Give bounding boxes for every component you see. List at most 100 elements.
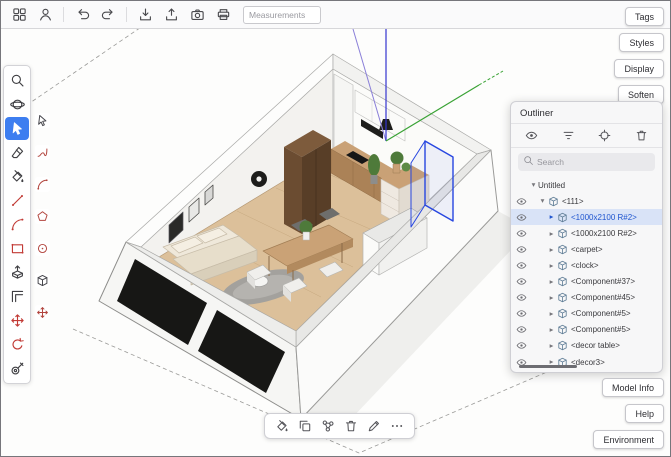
- outliner-row[interactable]: ▸<decor table>: [511, 338, 662, 354]
- move-flyout-button[interactable]: [35, 305, 50, 320]
- chevron-right-icon[interactable]: ▸: [547, 310, 556, 318]
- cube-icon: [557, 276, 568, 287]
- arc-flyout-button[interactable]: [35, 177, 50, 192]
- camera-icon: [190, 7, 205, 22]
- outliner-row[interactable]: ▸<Component#5>: [511, 322, 662, 338]
- redo-button[interactable]: [96, 4, 120, 26]
- offset-tool-button[interactable]: [5, 285, 29, 308]
- cube-icon: [557, 292, 568, 303]
- pencil-button[interactable]: [367, 419, 381, 433]
- top-toolbar-icons: [7, 4, 235, 26]
- outliner-row[interactable]: ▾Untitled: [511, 177, 662, 193]
- outliner-row[interactable]: ▸<Component#45>: [511, 290, 662, 306]
- rotate-tool-button[interactable]: [5, 333, 29, 356]
- circle-flyout-button[interactable]: [35, 241, 50, 256]
- component-icon: [557, 276, 568, 287]
- visibility-eye-icon[interactable]: [516, 228, 529, 239]
- filter-button[interactable]: [562, 129, 575, 142]
- visibility-eye-icon[interactable]: [516, 276, 529, 287]
- zoom-tool-button[interactable]: [5, 69, 29, 92]
- visibility-eye-icon[interactable]: [516, 244, 529, 255]
- outliner-row[interactable]: ▸<carpet>: [511, 241, 662, 257]
- chevron-right-icon[interactable]: ▸: [547, 213, 556, 221]
- copy-button[interactable]: [298, 419, 312, 433]
- component-icon: [548, 196, 559, 207]
- help-button[interactable]: Help: [625, 404, 664, 423]
- visibility-eye-icon[interactable]: [516, 324, 529, 335]
- polygon-flyout-button[interactable]: [35, 209, 50, 224]
- move-tool-button[interactable]: [5, 309, 29, 332]
- outliner-search-input[interactable]: [537, 157, 650, 167]
- lasso-flyout-button[interactable]: [35, 113, 50, 128]
- visibility-eye-icon[interactable]: [516, 292, 529, 303]
- tags-button[interactable]: Tags: [625, 7, 664, 26]
- outliner-row[interactable]: ▸<Component#37>: [511, 274, 662, 290]
- trash-button[interactable]: [344, 419, 358, 433]
- rotate-icon: [10, 337, 25, 352]
- display-button[interactable]: Display: [614, 59, 664, 78]
- visibility-eye-icon[interactable]: [516, 196, 529, 207]
- account-icon: [38, 7, 53, 22]
- environment-button[interactable]: Environment: [593, 430, 664, 449]
- measurements-input[interactable]: [243, 6, 321, 24]
- rectangle-tool-button[interactable]: [5, 237, 29, 260]
- molecule-button[interactable]: [321, 419, 335, 433]
- visibility-eye-icon[interactable]: [516, 340, 529, 351]
- eraser-tool-button[interactable]: [5, 141, 29, 164]
- outliner-toolbar: [511, 124, 662, 148]
- chevron-down-icon[interactable]: ▾: [538, 197, 547, 205]
- tool-flyout: [35, 113, 50, 320]
- chevron-right-icon[interactable]: ▸: [547, 246, 556, 254]
- outliner-row[interactable]: ▾<111>: [511, 193, 662, 209]
- visibility-eye-icon[interactable]: [516, 308, 529, 319]
- outliner-row[interactable]: ▸<Component#5>: [511, 306, 662, 322]
- chevron-right-icon[interactable]: ▸: [547, 262, 556, 270]
- freehand-flyout-button[interactable]: [35, 145, 50, 160]
- print-button[interactable]: [211, 4, 235, 26]
- target-button[interactable]: [598, 129, 611, 142]
- orbit-tool-button[interactable]: [5, 93, 29, 116]
- chevron-right-icon[interactable]: ▸: [547, 342, 556, 350]
- tape-measure-tool-button[interactable]: [5, 357, 29, 380]
- import-button[interactable]: [133, 4, 157, 26]
- eye-button[interactable]: [525, 129, 538, 142]
- visibility-eye-icon[interactable]: [516, 260, 529, 271]
- cube-icon: [557, 324, 568, 335]
- camera-button[interactable]: [185, 4, 209, 26]
- outliner-row[interactable]: ▸ <clock>: [511, 257, 662, 273]
- cube-flyout-button[interactable]: [35, 273, 50, 288]
- paint-button[interactable]: [275, 419, 289, 433]
- eye-icon: [516, 340, 527, 351]
- chevron-right-icon[interactable]: ▸: [547, 230, 556, 238]
- top-toolbar: [1, 1, 670, 29]
- outliner-item-label: <clock>: [571, 261, 599, 270]
- app-grid-button[interactable]: [7, 4, 31, 26]
- redo-icon: [101, 7, 116, 22]
- chevron-down-icon[interactable]: ▾: [529, 181, 538, 189]
- move-icon: [36, 306, 49, 319]
- outliner-horizontal-scrollbar[interactable]: [519, 365, 577, 369]
- undo-button[interactable]: [70, 4, 94, 26]
- chevron-right-icon[interactable]: ▸: [547, 278, 556, 286]
- chevron-right-icon[interactable]: ▸: [547, 294, 556, 302]
- visibility-eye-icon[interactable]: [516, 212, 529, 223]
- paint-tool-button[interactable]: [5, 165, 29, 188]
- arc-icon: [10, 217, 25, 232]
- line-icon: [10, 193, 25, 208]
- push-pull-tool-button[interactable]: [5, 261, 29, 284]
- cube-icon: [548, 196, 559, 207]
- pencil-icon: [367, 419, 381, 433]
- trash-button[interactable]: [635, 129, 648, 142]
- line-tool-button[interactable]: [5, 189, 29, 212]
- arc-tool-button[interactable]: [5, 213, 29, 236]
- select-tool-button[interactable]: [5, 117, 29, 140]
- more-button[interactable]: [390, 419, 404, 433]
- model-info-button[interactable]: Model Info: [602, 378, 664, 397]
- styles-button[interactable]: Styles: [619, 33, 664, 52]
- outliner-row[interactable]: ▸<1000x2100 R#2>: [511, 225, 662, 241]
- account-button[interactable]: [33, 4, 57, 26]
- chevron-right-icon[interactable]: ▸: [547, 326, 556, 334]
- freehand-icon: [36, 146, 49, 159]
- export-button[interactable]: [159, 4, 183, 26]
- outliner-row[interactable]: ▸<1000x2100 R#2>: [511, 209, 662, 225]
